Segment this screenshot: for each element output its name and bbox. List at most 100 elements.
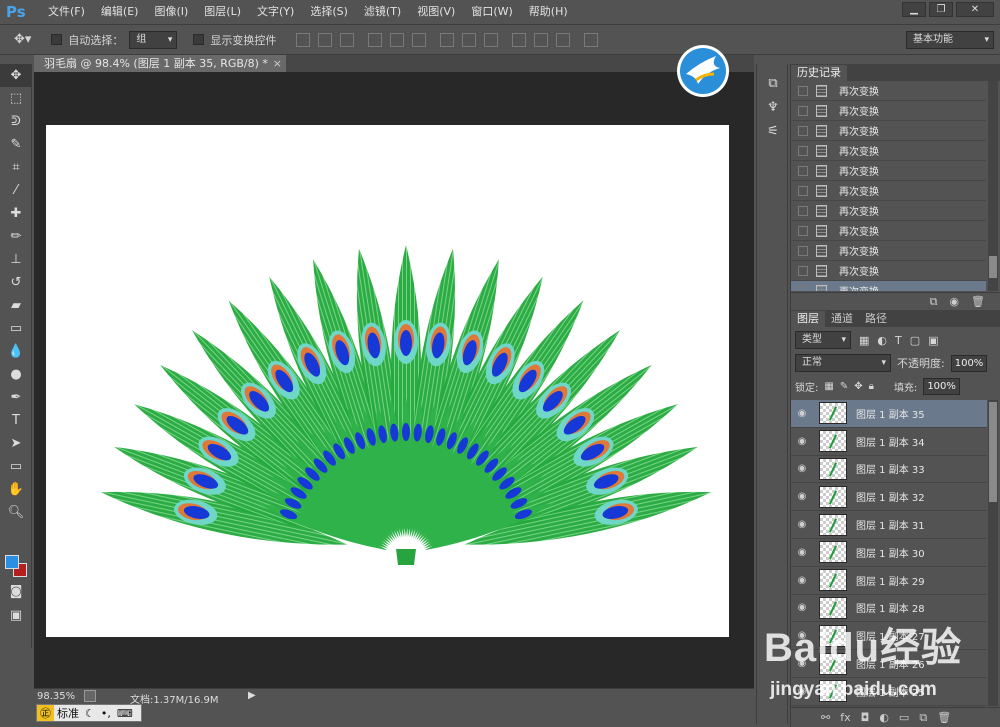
zoom-tool-icon[interactable]: 🔍︎ bbox=[0, 501, 32, 524]
history-item[interactable]: 再次变换 bbox=[791, 161, 986, 181]
menu-type[interactable]: 文字(Y) bbox=[249, 0, 302, 24]
history-item[interactable]: 再次变换 bbox=[791, 201, 986, 221]
move-tool-icon[interactable]: ✥ bbox=[0, 64, 32, 87]
healing-brush-tool-icon[interactable]: ✚ bbox=[0, 202, 32, 225]
align-left-icon[interactable] bbox=[368, 32, 383, 47]
distribute-vcenter-icon[interactable] bbox=[462, 32, 477, 47]
gradient-tool-icon[interactable]: ▭ bbox=[0, 317, 32, 340]
layer-name[interactable]: 图层 1 副本 35 bbox=[856, 406, 925, 421]
history-item[interactable]: 再次变换 bbox=[791, 281, 986, 291]
layer-row[interactable]: ◉ 图层 1 副本 35 bbox=[791, 400, 987, 428]
layer-thumbnail[interactable] bbox=[819, 457, 847, 480]
type-tool-icon[interactable]: T bbox=[0, 409, 32, 432]
history-brush-source-checkbox[interactable] bbox=[798, 245, 808, 256]
layer-name[interactable]: 图层 1 副本 26 bbox=[856, 656, 925, 671]
delete-state-icon[interactable]: 🗑︎ bbox=[971, 293, 985, 310]
history-panel-icon[interactable]: ⧉ bbox=[757, 72, 789, 96]
menu-help[interactable]: 帮助(H) bbox=[521, 0, 576, 24]
tab-history[interactable]: 历史记录 bbox=[791, 65, 847, 81]
layer-thumbnail[interactable] bbox=[819, 485, 847, 508]
canvas-area[interactable] bbox=[34, 72, 754, 688]
tab-channels[interactable]: 通道 bbox=[825, 311, 859, 327]
snapshot-icon[interactable]: ◉ bbox=[949, 293, 959, 310]
layer-thumbnail[interactable] bbox=[819, 680, 847, 703]
align-vcenter-icon[interactable] bbox=[318, 32, 333, 47]
distribute-left-icon[interactable] bbox=[512, 32, 527, 47]
visibility-eye-icon[interactable]: ◉ bbox=[791, 575, 813, 586]
foreground-color-swatch[interactable] bbox=[5, 555, 19, 569]
layer-row[interactable]: ◉ 图层 1 副本 32 bbox=[791, 483, 987, 512]
ime-keyboard-icon[interactable]: ⌨ bbox=[114, 707, 136, 720]
pen-tool-icon[interactable]: ✒ bbox=[0, 386, 32, 409]
distribute-top-icon[interactable] bbox=[440, 32, 455, 47]
rectangle-tool-icon[interactable]: ▭ bbox=[0, 455, 32, 478]
distribute-bottom-icon[interactable] bbox=[484, 32, 499, 47]
layer-name[interactable]: 图层 1 副本 31 bbox=[856, 517, 925, 532]
align-bottom-icon[interactable] bbox=[340, 32, 355, 47]
layer-row[interactable]: ◉ 图层 1 副本 31 bbox=[791, 511, 987, 539]
lock-transparent-icon[interactable]: ▦ bbox=[824, 381, 833, 392]
layer-name[interactable]: 图层 1 副本 28 bbox=[856, 600, 925, 615]
restore-button[interactable]: ❐ bbox=[929, 2, 953, 17]
filter-type-icon[interactable]: T bbox=[895, 334, 902, 347]
layer-thumbnail[interactable] bbox=[819, 624, 847, 647]
status-arrow-icon[interactable]: ▶ bbox=[248, 690, 256, 701]
minimize-button[interactable]: ▁ bbox=[902, 2, 926, 17]
document-canvas[interactable] bbox=[46, 125, 729, 637]
distribute-right-icon[interactable] bbox=[556, 32, 571, 47]
layer-name[interactable]: 图层 1 副本 25 bbox=[856, 684, 925, 699]
history-scroll-thumb[interactable] bbox=[989, 256, 997, 278]
history-item[interactable]: 再次变换 bbox=[791, 121, 986, 141]
history-item[interactable]: 再次变换 bbox=[791, 221, 986, 241]
history-brush-tool-icon[interactable]: ↺ bbox=[0, 271, 32, 294]
zoom-level[interactable]: 98.35% bbox=[37, 691, 75, 702]
layer-name[interactable]: 图层 1 副本 30 bbox=[856, 545, 925, 560]
layer-filter-dropdown[interactable]: 类型 bbox=[795, 331, 851, 349]
eyedropper-tool-icon[interactable]: ⁄ bbox=[0, 179, 32, 202]
visibility-eye-icon[interactable]: ◉ bbox=[791, 602, 813, 613]
filter-shape-icon[interactable]: ▢ bbox=[910, 334, 920, 347]
layer-thumbnail[interactable] bbox=[819, 402, 847, 425]
quick-select-tool-icon[interactable]: ✎ bbox=[0, 133, 32, 156]
history-brush-source-checkbox[interactable] bbox=[798, 185, 808, 196]
layer-row[interactable]: ◉ 图层 1 副本 30 bbox=[791, 538, 987, 567]
menu-filter[interactable]: 滤镜(T) bbox=[356, 0, 409, 24]
align-hcenter-icon[interactable] bbox=[390, 32, 405, 47]
lock-all-icon[interactable]: 🔒︎ bbox=[869, 381, 874, 392]
lock-position-icon[interactable]: ✥ bbox=[854, 381, 862, 392]
visibility-eye-icon[interactable]: ◉ bbox=[791, 658, 813, 669]
history-item[interactable]: 再次变换 bbox=[791, 101, 986, 121]
layers-scroll-thumb[interactable] bbox=[989, 402, 997, 502]
layer-style-icon[interactable]: fx bbox=[840, 708, 850, 727]
history-brush-source-checkbox[interactable] bbox=[798, 85, 808, 96]
show-transform-checkbox[interactable] bbox=[193, 34, 205, 45]
visibility-eye-icon[interactable]: ◉ bbox=[791, 630, 813, 641]
tab-layers[interactable]: 图层 bbox=[791, 311, 825, 327]
layer-row[interactable]: ◉ 图层 1 副本 26 bbox=[791, 650, 987, 678]
layer-name[interactable]: 图层 1 副本 29 bbox=[856, 573, 925, 588]
history-brush-source-checkbox[interactable] bbox=[798, 105, 808, 116]
layer-thumbnail[interactable] bbox=[819, 596, 847, 619]
history-brush-source-checkbox[interactable] bbox=[798, 145, 808, 156]
layer-name[interactable]: 图层 1 副本 32 bbox=[856, 489, 925, 504]
layer-name[interactable]: 图层 1 副本 34 bbox=[856, 434, 925, 449]
layer-thumbnail[interactable] bbox=[819, 569, 847, 592]
history-brush-source-checkbox[interactable] bbox=[798, 265, 808, 276]
workspace-dropdown[interactable]: 基本功能 bbox=[906, 31, 994, 49]
menu-select[interactable]: 选择(S) bbox=[302, 0, 356, 24]
history-brush-source-checkbox[interactable] bbox=[798, 285, 808, 291]
history-item[interactable]: 再次变换 bbox=[791, 241, 986, 261]
path-select-tool-icon[interactable]: ➤ bbox=[0, 432, 32, 455]
visibility-eye-icon[interactable]: ◉ bbox=[791, 547, 813, 558]
menu-file[interactable]: 文件(F) bbox=[40, 0, 93, 24]
ime-punct-icon[interactable]: •, bbox=[98, 707, 114, 720]
link-layers-icon[interactable]: ⚯ bbox=[821, 708, 830, 727]
crop-tool-icon[interactable]: ⌗ bbox=[0, 156, 32, 179]
dodge-tool-icon[interactable]: ● bbox=[0, 363, 32, 386]
auto-select-dropdown[interactable]: 组 bbox=[129, 30, 178, 49]
ime-moon-icon[interactable]: ☾ bbox=[82, 707, 98, 720]
layers-scrollbar[interactable] bbox=[988, 400, 998, 706]
layer-row[interactable]: ◉ 图层 1 副本 25 bbox=[791, 677, 987, 706]
history-item[interactable]: 再次变换 bbox=[791, 181, 986, 201]
new-layer-icon[interactable]: ⧉ bbox=[919, 708, 927, 727]
